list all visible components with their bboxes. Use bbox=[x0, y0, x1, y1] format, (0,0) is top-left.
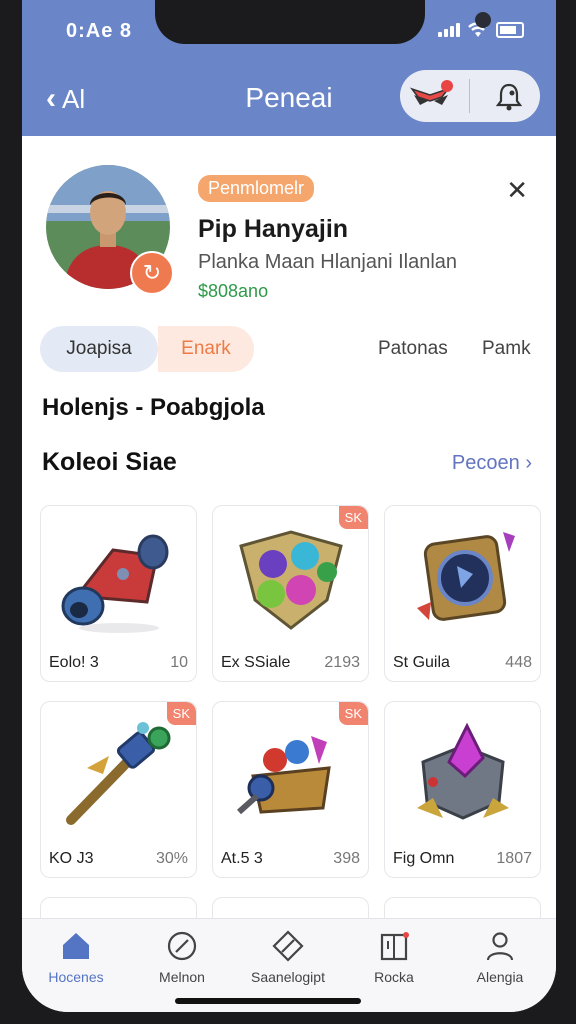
app-header: 0:Ae 8 ‹ Al Peneai bbox=[22, 0, 556, 136]
home-indicator[interactable] bbox=[175, 998, 361, 1004]
actions-divider bbox=[469, 79, 471, 113]
status-time: 0:Ae 8 bbox=[66, 20, 133, 42]
item-name: Fig Omn bbox=[393, 850, 455, 867]
amulet-icon bbox=[417, 532, 515, 621]
headline: Holenjs - Poabgjola bbox=[42, 394, 265, 421]
tabbar-item-4[interactable]: Rocka bbox=[344, 927, 444, 985]
refresh-icon[interactable]: ↻ bbox=[130, 251, 174, 295]
item-card[interactable]: SK Ex SSiale 2193 bbox=[212, 505, 369, 682]
phone-frame: 0:Ae 8 ‹ Al Peneai ↻ Penmlomelr Pip Hany… bbox=[0, 0, 576, 1024]
bell-icon bbox=[495, 83, 523, 111]
item-name: At.5 3 bbox=[221, 850, 263, 867]
notch bbox=[155, 0, 491, 44]
tabbar-label: Melnon bbox=[159, 969, 205, 985]
item-card[interactable]: St Guila 448 bbox=[384, 505, 541, 682]
profile-name: Pip Hanyajin bbox=[198, 215, 349, 243]
item-name: Eolo! 3 bbox=[49, 654, 99, 671]
item-badge: SK bbox=[338, 702, 368, 725]
treasure-crown-icon bbox=[237, 736, 331, 815]
item-value: 1807 bbox=[496, 850, 532, 867]
tabbar-label: Saanelogipt bbox=[251, 969, 325, 985]
section-link[interactable]: Pecoen › bbox=[452, 452, 532, 475]
tabbar-item-3[interactable]: Saanelogipt bbox=[238, 927, 338, 985]
tabbar-label: Alengia bbox=[476, 969, 524, 985]
tab-2[interactable]: Enark bbox=[158, 326, 254, 372]
item-card[interactable]: SK At.5 3 398 bbox=[212, 701, 369, 878]
tabbar-item-home[interactable]: Hocenes bbox=[26, 927, 126, 985]
battery-icon bbox=[496, 22, 524, 38]
item-value: 2193 bbox=[324, 654, 360, 671]
close-icon[interactable]: ✕ bbox=[506, 175, 528, 206]
profile-card: ↻ Penmlomelr Pip Hanyajin Planka Maan Hl… bbox=[46, 165, 532, 301]
item-value: 448 bbox=[505, 654, 532, 671]
compass-icon bbox=[167, 931, 197, 961]
chevron-right-icon: › bbox=[525, 452, 532, 474]
crystal-box-icon bbox=[417, 722, 509, 820]
header-actions bbox=[400, 70, 540, 122]
item-value: 10 bbox=[170, 654, 188, 671]
item-value: 398 bbox=[333, 850, 360, 867]
cannon-icon bbox=[61, 534, 169, 633]
camera-icon bbox=[475, 12, 491, 28]
profile-value: $808ano bbox=[198, 281, 269, 301]
item-card[interactable]: Fig Omn 1807 bbox=[384, 701, 541, 878]
person-icon bbox=[486, 932, 514, 961]
item-card[interactable]: SK KO J3 30% bbox=[40, 701, 197, 878]
tabbar-label: Hocenes bbox=[48, 969, 104, 985]
section-title: Koleoi Siae bbox=[42, 448, 177, 476]
tabbar-item-2[interactable]: Melnon bbox=[132, 927, 232, 985]
app-screen: 0:Ae 8 ‹ Al Peneai ↻ Penmlomelr Pip Hany… bbox=[22, 0, 556, 1012]
segment-tabs: Joapisa Enark Patonas Pamk bbox=[40, 326, 540, 372]
tab-1[interactable]: Joapisa bbox=[40, 326, 158, 372]
item-value: 30% bbox=[155, 850, 188, 867]
section-link-label: Pecoen bbox=[451, 452, 520, 474]
edit-icon bbox=[272, 930, 304, 962]
item-name: St Guila bbox=[393, 654, 450, 671]
item-name: KO J3 bbox=[49, 850, 94, 867]
home-icon bbox=[63, 933, 89, 959]
gem-shield-icon bbox=[239, 530, 343, 630]
tab-4[interactable]: Pamk bbox=[482, 326, 531, 372]
scepter-icon bbox=[66, 722, 171, 825]
wings-button[interactable] bbox=[407, 76, 455, 116]
tabbar-item-profile[interactable]: Alengia bbox=[450, 927, 550, 985]
item-card[interactable]: Eolo! 3 10 bbox=[40, 505, 197, 682]
bell-button[interactable] bbox=[485, 76, 533, 116]
item-badge: SK bbox=[166, 702, 196, 725]
profile-subtitle: Planka Maan Hlanjani Ilanlan bbox=[198, 251, 458, 273]
item-badge: SK bbox=[338, 506, 368, 529]
tab-3[interactable]: Patonas bbox=[378, 326, 448, 372]
item-name: Ex SSiale bbox=[221, 654, 291, 671]
signal-icon bbox=[438, 23, 460, 37]
profile-tag: Penmlomelr bbox=[198, 175, 315, 202]
book-icon bbox=[380, 932, 409, 961]
tabbar-label: Rocka bbox=[374, 969, 414, 985]
